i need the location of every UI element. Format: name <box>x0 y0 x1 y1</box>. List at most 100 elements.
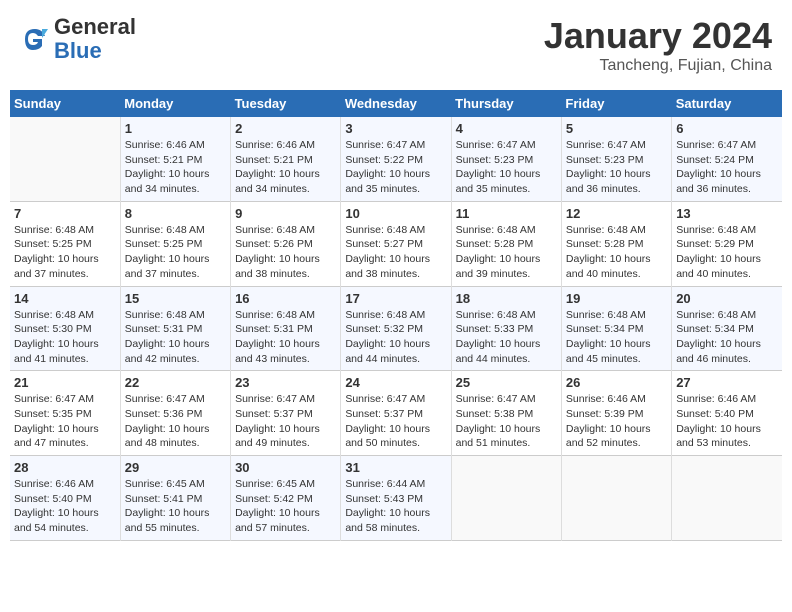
calendar-cell: 1 Sunrise: 6:46 AM Sunset: 5:21 PM Daylig… <box>120 117 230 201</box>
calendar-body: 1 Sunrise: 6:46 AM Sunset: 5:21 PM Daylig… <box>10 117 782 540</box>
logo-icon <box>20 24 50 54</box>
day-number: 4 <box>456 121 557 136</box>
day-number: 27 <box>676 375 778 390</box>
day-info: Sunrise: 6:48 AM Sunset: 5:32 PM Dayligh… <box>345 308 446 367</box>
day-info: Sunrise: 6:48 AM Sunset: 5:25 PM Dayligh… <box>14 223 116 282</box>
day-info: Sunrise: 6:48 AM Sunset: 5:34 PM Dayligh… <box>566 308 667 367</box>
calendar-cell: 16Sunrise: 6:48 AM Sunset: 5:31 PM Dayli… <box>231 286 341 371</box>
day-number: 14 <box>14 291 116 306</box>
weekday-header: Sunday <box>10 90 120 117</box>
day-info: Sunrise: 6:48 AM Sunset: 5:25 PM Dayligh… <box>125 223 226 282</box>
day-number: 1 <box>125 121 226 136</box>
day-number: 29 <box>125 460 226 475</box>
day-number: 25 <box>456 375 557 390</box>
calendar-cell: 22Sunrise: 6:47 AM Sunset: 5:36 PM Dayli… <box>120 371 230 456</box>
day-info: Sunrise: 6:48 AM Sunset: 5:26 PM Dayligh… <box>235 223 336 282</box>
calendar-cell: 11 Sunrise: 6:48 AM Sunset: 5:28 PM Dayli… <box>451 201 561 286</box>
logo-general-text: General <box>54 14 136 39</box>
weekday-header: Tuesday <box>231 90 341 117</box>
day-number: 5 <box>566 121 667 136</box>
day-info: Sunrise: 6:48 AM Sunset: 5:27 PM Dayligh… <box>345 223 446 282</box>
day-number: 6 <box>676 121 778 136</box>
day-number: 26 <box>566 375 667 390</box>
day-number: 30 <box>235 460 336 475</box>
day-info: Sunrise: 6:47 AM Sunset: 5:35 PM Dayligh… <box>14 392 116 451</box>
day-info: Sunrise: 6:48 AM Sunset: 5:31 PM Dayligh… <box>125 308 226 367</box>
day-info: Sunrise: 6:47 AM Sunset: 5:37 PM Dayligh… <box>345 392 446 451</box>
location-title: Tancheng, Fujian, China <box>544 57 772 75</box>
calendar-week-row: 7Sunrise: 6:48 AM Sunset: 5:25 PM Daylig… <box>10 201 782 286</box>
weekday-header: Saturday <box>672 90 782 117</box>
month-title: January 2024 <box>544 15 772 57</box>
calendar-cell: 30Sunrise: 6:45 AM Sunset: 5:42 PM Dayli… <box>231 456 341 541</box>
calendar-cell: 23 Sunrise: 6:47 AM Sunset: 5:37 PM Dayli… <box>231 371 341 456</box>
day-info: Sunrise: 6:47 AM Sunset: 5:22 PM Dayligh… <box>345 138 446 197</box>
calendar-week-row: 21 Sunrise: 6:47 AM Sunset: 5:35 PM Dayli… <box>10 371 782 456</box>
weekday-header: Monday <box>120 90 230 117</box>
day-number: 18 <box>456 291 557 306</box>
day-number: 19 <box>566 291 667 306</box>
calendar-cell: 5 Sunrise: 6:47 AM Sunset: 5:23 PM Daylig… <box>561 117 671 201</box>
day-number: 20 <box>676 291 778 306</box>
day-info: Sunrise: 6:48 AM Sunset: 5:28 PM Dayligh… <box>456 223 557 282</box>
calendar-header: SundayMondayTuesdayWednesdayThursdayFrid… <box>10 90 782 117</box>
calendar-cell: 15 Sunrise: 6:48 AM Sunset: 5:31 PM Dayli… <box>120 286 230 371</box>
day-info: Sunrise: 6:48 AM Sunset: 5:31 PM Dayligh… <box>235 308 336 367</box>
day-number: 11 <box>456 206 557 221</box>
day-info: Sunrise: 6:47 AM Sunset: 5:38 PM Dayligh… <box>456 392 557 451</box>
calendar-cell: 2Sunrise: 6:46 AM Sunset: 5:21 PM Daylig… <box>231 117 341 201</box>
calendar-cell: 13 Sunrise: 6:48 AM Sunset: 5:29 PM Dayli… <box>672 201 782 286</box>
day-number: 15 <box>125 291 226 306</box>
calendar-cell: 28 Sunrise: 6:46 AM Sunset: 5:40 PM Dayli… <box>10 456 120 541</box>
day-number: 24 <box>345 375 446 390</box>
day-info: Sunrise: 6:47 AM Sunset: 5:23 PM Dayligh… <box>456 138 557 197</box>
day-info: Sunrise: 6:47 AM Sunset: 5:36 PM Dayligh… <box>125 392 226 451</box>
calendar-cell <box>561 456 671 541</box>
calendar-cell: 24 Sunrise: 6:47 AM Sunset: 5:37 PM Dayli… <box>341 371 451 456</box>
weekday-header: Friday <box>561 90 671 117</box>
title-block: January 2024 Tancheng, Fujian, China <box>544 15 772 75</box>
calendar-table: SundayMondayTuesdayWednesdayThursdayFrid… <box>10 90 782 541</box>
day-number: 12 <box>566 206 667 221</box>
calendar-cell <box>451 456 561 541</box>
calendar-cell: 7Sunrise: 6:48 AM Sunset: 5:25 PM Daylig… <box>10 201 120 286</box>
calendar-cell <box>672 456 782 541</box>
day-info: Sunrise: 6:48 AM Sunset: 5:29 PM Dayligh… <box>676 223 778 282</box>
day-number: 28 <box>14 460 116 475</box>
logo: General Blue <box>20 15 136 63</box>
day-number: 8 <box>125 206 226 221</box>
calendar-cell: 20Sunrise: 6:48 AM Sunset: 5:34 PM Dayli… <box>672 286 782 371</box>
day-number: 13 <box>676 206 778 221</box>
day-info: Sunrise: 6:47 AM Sunset: 5:24 PM Dayligh… <box>676 138 778 197</box>
calendar-cell: 29 Sunrise: 6:45 AM Sunset: 5:41 PM Dayli… <box>120 456 230 541</box>
calendar-cell: 21 Sunrise: 6:47 AM Sunset: 5:35 PM Dayli… <box>10 371 120 456</box>
day-info: Sunrise: 6:45 AM Sunset: 5:41 PM Dayligh… <box>125 477 226 536</box>
day-number: 23 <box>235 375 336 390</box>
day-info: Sunrise: 6:48 AM Sunset: 5:33 PM Dayligh… <box>456 308 557 367</box>
day-number: 9 <box>235 206 336 221</box>
day-info: Sunrise: 6:46 AM Sunset: 5:21 PM Dayligh… <box>125 138 226 197</box>
calendar-cell: 3 Sunrise: 6:47 AM Sunset: 5:22 PM Daylig… <box>341 117 451 201</box>
calendar-cell: 27Sunrise: 6:46 AM Sunset: 5:40 PM Dayli… <box>672 371 782 456</box>
day-info: Sunrise: 6:46 AM Sunset: 5:21 PM Dayligh… <box>235 138 336 197</box>
day-info: Sunrise: 6:46 AM Sunset: 5:40 PM Dayligh… <box>14 477 116 536</box>
calendar-cell: 17 Sunrise: 6:48 AM Sunset: 5:32 PM Dayli… <box>341 286 451 371</box>
calendar-cell: 18 Sunrise: 6:48 AM Sunset: 5:33 PM Dayli… <box>451 286 561 371</box>
day-number: 3 <box>345 121 446 136</box>
page-header: General Blue January 2024 Tancheng, Fuji… <box>10 10 782 80</box>
logo-blue-text: Blue <box>54 38 102 63</box>
day-number: 17 <box>345 291 446 306</box>
day-number: 21 <box>14 375 116 390</box>
calendar-cell: 6 Sunrise: 6:47 AM Sunset: 5:24 PM Daylig… <box>672 117 782 201</box>
calendar-cell <box>10 117 120 201</box>
calendar-cell: 10Sunrise: 6:48 AM Sunset: 5:27 PM Dayli… <box>341 201 451 286</box>
day-info: Sunrise: 6:47 AM Sunset: 5:37 PM Dayligh… <box>235 392 336 451</box>
day-info: Sunrise: 6:47 AM Sunset: 5:23 PM Dayligh… <box>566 138 667 197</box>
calendar-week-row: 28 Sunrise: 6:46 AM Sunset: 5:40 PM Dayli… <box>10 456 782 541</box>
day-number: 31 <box>345 460 446 475</box>
calendar-cell: 4 Sunrise: 6:47 AM Sunset: 5:23 PM Daylig… <box>451 117 561 201</box>
calendar-week-row: 1 Sunrise: 6:46 AM Sunset: 5:21 PM Daylig… <box>10 117 782 201</box>
day-info: Sunrise: 6:48 AM Sunset: 5:28 PM Dayligh… <box>566 223 667 282</box>
header-row: SundayMondayTuesdayWednesdayThursdayFrid… <box>10 90 782 117</box>
calendar-cell: 9 Sunrise: 6:48 AM Sunset: 5:26 PM Daylig… <box>231 201 341 286</box>
